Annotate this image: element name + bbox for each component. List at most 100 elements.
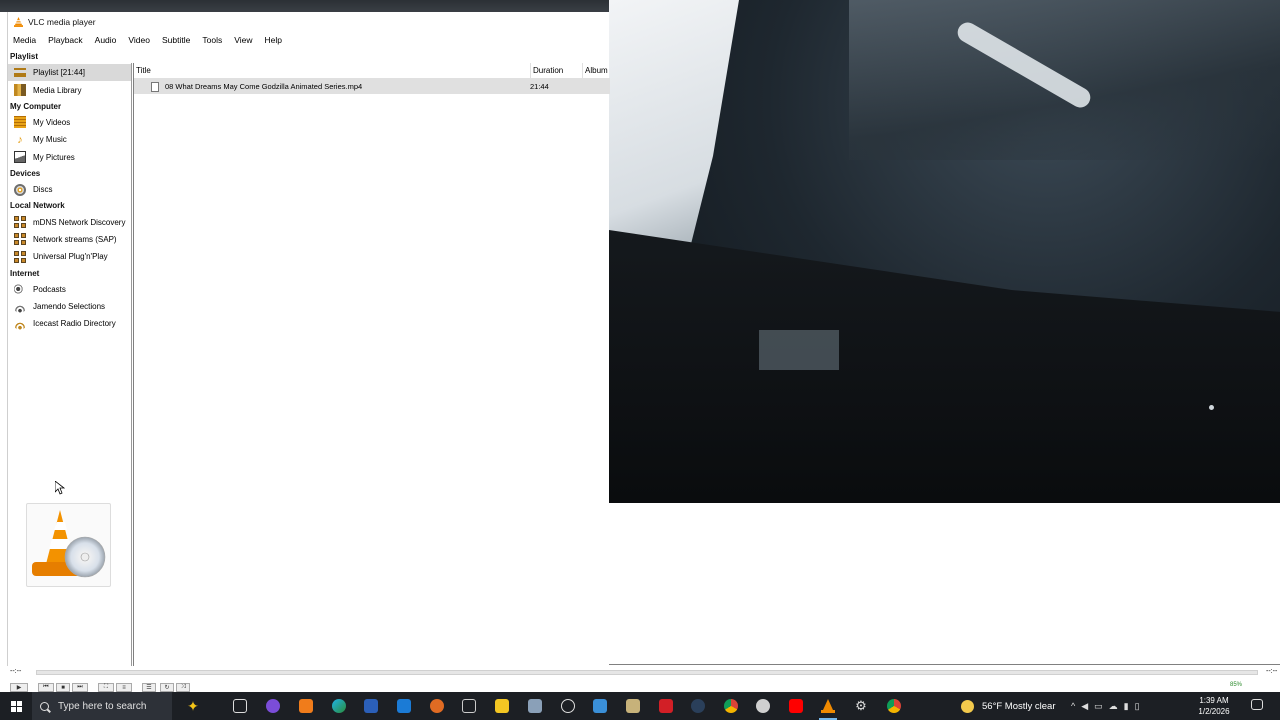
onedrive-icon[interactable]: ☁ (1109, 701, 1124, 712)
table-row[interactable]: 08 What Dreams May Come Godzilla Animate… (134, 79, 610, 94)
system-tray[interactable]: ^ ◀ ▭ ☁ ▮ ▯ (1071, 692, 1146, 720)
list-icon: ☰ (146, 685, 152, 691)
network-icon (14, 216, 26, 229)
app-icon[interactable] (626, 699, 640, 713)
notification-icon[interactable] (1251, 699, 1263, 710)
obs-icon[interactable] (561, 699, 575, 713)
sidebar-item-my-pictures[interactable]: My Pictures (8, 149, 131, 166)
sidebar-item-icecast[interactable]: Icecast Radio Directory (8, 315, 131, 332)
seek-slider[interactable] (36, 670, 1258, 675)
settings-gear-icon[interactable]: ⚙ (854, 698, 868, 713)
cortana-icon[interactable] (266, 699, 280, 713)
stop-button[interactable]: ■ (56, 683, 70, 692)
windows-logo-icon (10, 700, 22, 712)
jamendo-icon (14, 300, 26, 313)
speaker-icon[interactable]: ◀ (1081, 701, 1094, 712)
previous-icon: ⏮ (43, 684, 49, 690)
menu-tools[interactable]: Tools (201, 34, 223, 46)
video-shelf (609, 230, 1280, 503)
calculator-icon[interactable] (593, 699, 607, 713)
section-playlist: Playlist (10, 52, 39, 61)
menu-playback[interactable]: Playback (47, 34, 84, 46)
sidebar-item-my-videos[interactable]: My Videos (8, 114, 131, 131)
sidebar-item-jamendo[interactable]: Jamendo Selections (8, 298, 131, 315)
row-duration: 21:44 (530, 82, 549, 91)
edge-icon[interactable] (332, 699, 346, 713)
title-bar[interactable]: VLC media player (8, 12, 609, 32)
loop-button[interactable]: ↻ (160, 683, 174, 692)
sidebar-item-upnp[interactable]: Universal Plug'n'Play (8, 248, 131, 265)
firefox-icon[interactable] (430, 699, 444, 713)
sidebar-item-podcasts[interactable]: Podcasts (8, 281, 131, 298)
sidebar-item-label: Media Library (33, 85, 82, 95)
previous-button[interactable]: ⏮ (38, 683, 54, 692)
vlc-cone-icon (14, 17, 23, 27)
steam-icon[interactable] (691, 699, 705, 713)
moon-weather-icon (961, 699, 974, 713)
sidebar-item-sap[interactable]: Network streams (SAP) (8, 231, 131, 248)
media-app-icon[interactable] (299, 699, 313, 713)
menu-help[interactable]: Help (263, 34, 282, 46)
videos-icon (14, 116, 26, 129)
icecast-icon (14, 317, 26, 330)
taskbar: Type here to search ✦ ⚙ 56°F Mostly clea… (0, 692, 1280, 720)
next-button[interactable]: ⏭ (72, 683, 88, 692)
sidebar-item-playlist[interactable]: Playlist [21:44] (8, 64, 131, 82)
network-tray-icon[interactable]: ▭ (1094, 701, 1109, 712)
menu-subtitle[interactable]: Subtitle (161, 34, 191, 46)
taskbar-search[interactable]: Type here to search (32, 692, 172, 720)
chrome-icon[interactable] (724, 699, 738, 713)
menu-video[interactable]: Video (127, 34, 151, 46)
task-view-icon[interactable] (233, 699, 247, 713)
weather-widget[interactable]: 56°F Mostly clear (961, 692, 1056, 720)
menu-bar: Media Playback Audio Video Subtitle Tool… (8, 32, 609, 47)
menu-view[interactable]: View (233, 34, 253, 46)
music-icon: ♪ (17, 133, 23, 146)
copilot-sparkle-icon[interactable]: ✦ (186, 698, 200, 714)
clock-date: 1/2/2026 (1198, 707, 1230, 716)
battery-icon[interactable]: ▯ (1135, 701, 1146, 712)
column-title[interactable]: Title (136, 66, 151, 75)
next-icon: ⏭ (77, 684, 83, 690)
chrome-icon-2[interactable] (887, 699, 901, 713)
app-round-icon[interactable] (756, 699, 770, 713)
sidebar-item-label: Universal Plug'n'Play (33, 252, 108, 262)
file-explorer-icon[interactable] (495, 699, 509, 713)
weather-text: 56°F Mostly clear (982, 700, 1056, 712)
taskbar-clock[interactable]: 1:39 AM 1/2/2026 (1193, 695, 1235, 717)
shuffle-button[interactable]: ⤨ (176, 683, 190, 692)
column-album[interactable]: Album (582, 62, 608, 79)
splitter[interactable] (131, 63, 132, 667)
youtube-icon[interactable] (789, 699, 803, 713)
extended-settings-button[interactable]: ≡ (116, 683, 132, 692)
play-button[interactable]: ▶ (10, 683, 28, 692)
chevron-up-icon[interactable]: ^ (1071, 701, 1081, 711)
playlist-toggle-button[interactable]: ☰ (142, 683, 156, 692)
video-output[interactable] (609, 0, 1280, 503)
sidebar-item-mdns[interactable]: mDNS Network Discovery (8, 213, 131, 230)
gallery-icon[interactable] (528, 699, 542, 713)
column-duration[interactable]: Duration (530, 62, 563, 79)
microphone-icon[interactable]: ▮ (1124, 701, 1135, 712)
sidebar-item-label: Network streams (SAP) (33, 234, 117, 244)
search-placeholder: Type here to search (58, 700, 147, 712)
vlc-taskbar-icon[interactable] (819, 699, 837, 720)
section-my-computer: My Computer (10, 101, 62, 111)
outlook-icon[interactable] (397, 699, 411, 713)
sidebar-item-discs[interactable]: Discs (8, 181, 131, 198)
section-devices: Devices (10, 168, 41, 178)
menu-media[interactable]: Media (12, 34, 37, 46)
podcast-icon (14, 283, 26, 296)
volume-level[interactable]: 85% (1230, 682, 1242, 688)
menu-audio[interactable]: Audio (94, 34, 118, 46)
network-icon (14, 250, 26, 263)
word-icon[interactable] (364, 699, 378, 713)
fullscreen-button[interactable]: ⛶ (98, 683, 114, 692)
sidebar-item-label: Icecast Radio Directory (33, 319, 116, 329)
window-title: VLC media player (28, 17, 96, 27)
sidebar-item-my-music[interactable]: ♪ My Music (8, 131, 131, 148)
sidebar-item-media-library[interactable]: Media Library (8, 81, 131, 98)
start-button[interactable] (0, 692, 32, 720)
nero-icon[interactable] (659, 699, 673, 713)
terminal-icon[interactable] (462, 699, 476, 713)
